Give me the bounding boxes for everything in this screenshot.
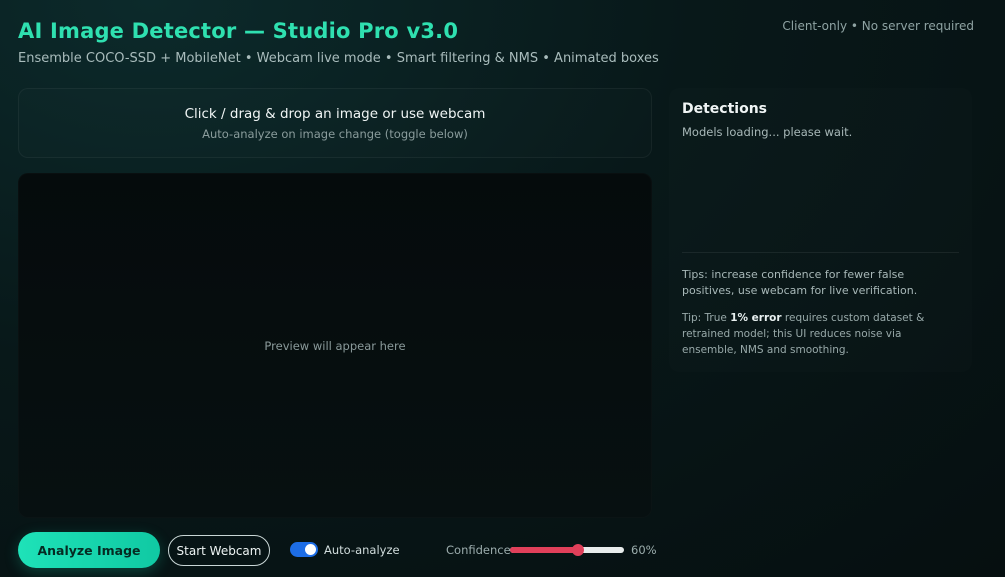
image-dropzone[interactable]: Click / drag & drop an image or use webc… bbox=[18, 88, 652, 158]
analyze-image-button[interactable]: Analyze Image bbox=[18, 532, 160, 568]
image-preview-area: Preview will appear here bbox=[18, 173, 652, 518]
start-webcam-button[interactable]: Start Webcam bbox=[168, 535, 270, 566]
app-title: AI Image Detector — Studio Pro v3.0 bbox=[18, 19, 459, 43]
preview-placeholder: Preview will appear here bbox=[264, 339, 406, 353]
confidence-slider-thumb[interactable] bbox=[572, 544, 585, 556]
tip-confidence: Tips: increase confidence for fewer fals… bbox=[682, 268, 918, 297]
panel-divider bbox=[682, 252, 959, 253]
detections-status: Models loading... please wait. bbox=[682, 125, 853, 139]
auto-analyze-toggle[interactable] bbox=[290, 542, 318, 557]
detections-title: Detections bbox=[682, 101, 768, 117]
toggle-knob bbox=[305, 544, 316, 555]
auto-analyze-label: Auto-analyze bbox=[324, 543, 400, 557]
confidence-label: Confidence bbox=[446, 543, 511, 557]
confidence-slider[interactable] bbox=[510, 544, 624, 556]
confidence-slider-fill bbox=[510, 547, 579, 553]
dropzone-subtitle: Auto-analyze on image change (toggle bel… bbox=[202, 127, 468, 141]
app-subtitle: Ensemble COCO-SSD + MobileNet • Webcam l… bbox=[18, 51, 659, 66]
confidence-value: 60% bbox=[631, 543, 657, 557]
dropzone-title: Click / drag & drop an image or use webc… bbox=[184, 106, 486, 122]
client-only-note: Client-only • No server required bbox=[782, 19, 974, 33]
tip-error: Tip: True 1% error requires custom datas… bbox=[682, 310, 959, 358]
tip-error-prefix: Tip: True bbox=[682, 312, 731, 324]
tip-error-highlight: 1% error bbox=[730, 312, 782, 324]
detections-panel: Detections Models loading... please wait… bbox=[669, 88, 972, 372]
